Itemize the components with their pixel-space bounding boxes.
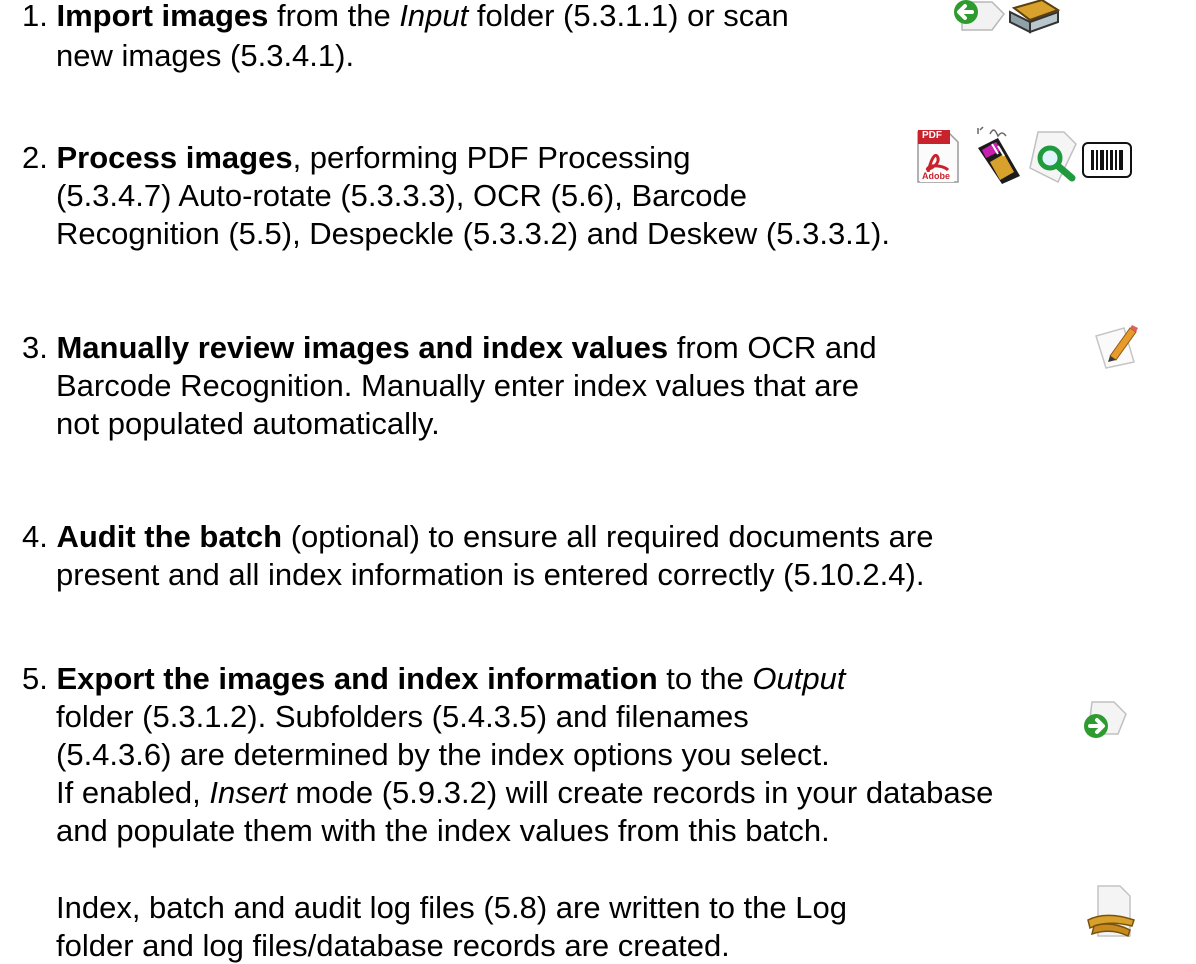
log-note-line-2: folder and log files/database records ar… xyxy=(56,928,730,963)
step-5-line-2: folder (5.3.1.2). Subfolders (5.4.3.5) a… xyxy=(56,699,749,734)
log-file-icon xyxy=(1087,885,1135,938)
step-5-line-4: If enabled, Insert mode (5.9.3.2) will c… xyxy=(56,775,993,811)
step-2-text: , performing PDF Processing xyxy=(292,140,691,175)
step-4-line-2: present and all index information is ent… xyxy=(56,557,925,592)
adobe-label: Adobe xyxy=(922,171,950,181)
step-2-line-3: Recognition (5.5), Despeckle (5.3.3.2) a… xyxy=(56,216,890,251)
step-1-line-1: 1. Import images from the Input folder (… xyxy=(22,0,789,34)
step-5-line-3: (5.4.3.6) are determined by the index op… xyxy=(56,737,830,772)
output-folder-term: Output xyxy=(752,661,846,696)
input-folder-term: Input xyxy=(399,0,469,33)
step-5-title: Export the images and index information xyxy=(56,661,658,696)
step-1-line-2: new images (5.3.4.1). xyxy=(56,38,355,73)
step-2-title: Process images xyxy=(56,140,293,175)
process-wand-icon xyxy=(977,126,1020,184)
step-4-number: 4. xyxy=(22,519,48,554)
step-1-title: Import images xyxy=(56,0,269,33)
step-1-text: from the xyxy=(268,0,400,33)
step-3-line-3: not populated automatically. xyxy=(56,406,440,441)
step-2-line-1: 2. Process images, performing PDF Proces… xyxy=(22,140,691,176)
step-5-line-5: and populate them with the index values … xyxy=(56,813,830,848)
export-arrow-icon xyxy=(1084,701,1127,738)
import-arrow-icon xyxy=(954,0,1005,31)
step-4-text: (optional) to ensure all required docume… xyxy=(282,519,934,554)
step-5-line-4-text-2: mode (5.9.3.2) will create records in yo… xyxy=(286,775,994,810)
step-1-number: 1. xyxy=(22,0,48,33)
pdf-icon: PDF Adobe xyxy=(914,128,960,184)
step-5-number: 5. xyxy=(22,661,48,696)
step-5-line-1: 5. Export the images and index informati… xyxy=(22,661,845,697)
step-3-text: from OCR and xyxy=(668,330,877,365)
step-1-text-2: folder (5.3.1.1) or scan xyxy=(468,0,789,33)
step-3-line-1: 3. Manually review images and index valu… xyxy=(22,330,877,366)
step-3-line-2: Barcode Recognition. Manually enter inde… xyxy=(56,368,860,403)
log-note-line-1: Index, batch and audit log files (5.8) a… xyxy=(56,890,847,925)
step-3-title: Manually review images and index values xyxy=(56,330,669,365)
step-4-line-1: 4. Audit the batch (optional) to ensure … xyxy=(22,519,933,555)
pdf-label: PDF xyxy=(922,130,942,141)
step-2-line-2: (5.3.4.7) Auto-rotate (5.3.3.3), OCR (5.… xyxy=(56,178,747,213)
insert-mode-term: Insert xyxy=(209,775,287,810)
step-4-title: Audit the batch xyxy=(56,519,283,554)
step-5-text: to the xyxy=(657,661,753,696)
magnifier-document-icon xyxy=(1029,131,1077,184)
scanner-icon xyxy=(1009,0,1061,34)
step-2-number: 2. xyxy=(22,140,48,175)
step-3-number: 3. xyxy=(22,330,48,365)
step-5-line-4-text: If enabled, xyxy=(56,775,210,810)
barcode-icon xyxy=(1082,142,1132,178)
pencil-edit-icon xyxy=(1095,325,1138,369)
